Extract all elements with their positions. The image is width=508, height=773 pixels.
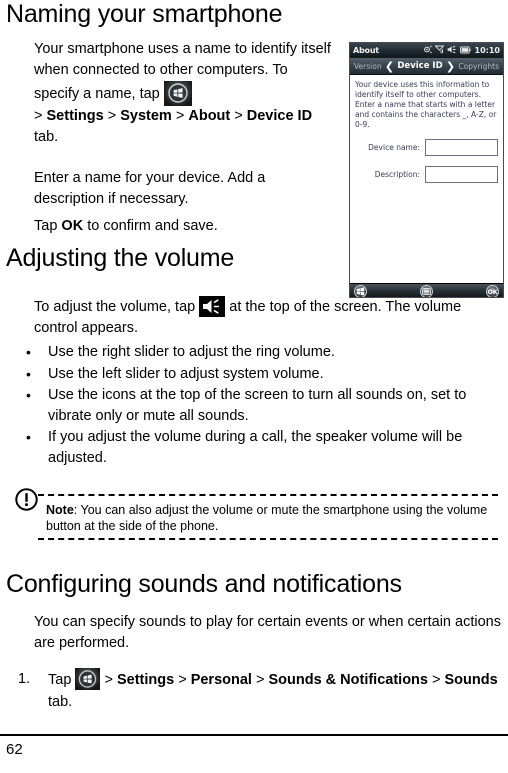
page-number: 62: [6, 741, 23, 758]
speaker-volume-icon: [199, 296, 226, 317]
paragraph-tap-ok: Tap OK to confirm and save.: [34, 216, 334, 237]
naming-path-chevron-2: >: [175, 108, 185, 124]
sounds-step-list: 1. Tap > Settings > Personal > Sounds & …: [18, 668, 498, 713]
tap-ok-bold: OK: [61, 218, 84, 234]
ok-button-label: OK: [487, 287, 498, 296]
screenshot-titlebar: About 10:10: [350, 43, 503, 58]
screenshot-description: Your device uses this information to ide…: [355, 80, 497, 129]
device-name-field-row: Device name:: [355, 139, 498, 156]
screenshot-status-icons: 10:10: [422, 43, 500, 58]
manual-page: Naming your smartphone Your smartphone u…: [0, 0, 508, 773]
note-text: Note: You can also adjust the volume or …: [38, 502, 498, 534]
sounds-path-sounds-tab: Sounds: [444, 672, 498, 688]
volume-intro-prefix: To adjust the volume, tap: [34, 299, 196, 315]
tab-device-id[interactable]: Device ID: [397, 61, 442, 71]
sounds-path-suffix: tab.: [48, 694, 73, 710]
tap-ok-suffix: to confirm and save.: [87, 218, 218, 234]
chevron-left-icon[interactable]: ❮: [385, 60, 394, 73]
naming-path-settings: Settings: [46, 108, 104, 124]
list-item: Use the icons at the top of the screen t…: [22, 385, 492, 426]
note-callout: Note: You can also adjust the volume or …: [38, 494, 498, 540]
start-icon[interactable]: [354, 285, 367, 297]
screenshot-title: About: [353, 46, 379, 55]
naming-path-chevron-0: >: [34, 108, 43, 124]
sounds-path-chevron-3: >: [432, 672, 441, 688]
keyboard-icon[interactable]: [420, 285, 433, 297]
description-input[interactable]: [425, 166, 498, 183]
device-screenshot-figure: About 10:10 Version ❮ Device ID ❯ Copyri…: [349, 42, 504, 298]
speaker-icon: [447, 45, 457, 56]
tab-copyrights[interactable]: Copyrights: [458, 62, 499, 71]
tap-ok-prefix: Tap: [34, 218, 58, 234]
start-button-icon: [163, 81, 192, 106]
naming-path-system: System: [120, 108, 172, 124]
screenshot-soft-key-bar: OK: [350, 283, 503, 297]
tab-version[interactable]: Version: [354, 62, 382, 71]
battery-icon: [459, 46, 471, 56]
naming-path-chevron-3: >: [234, 108, 243, 124]
sounds-path-chevron-2: >: [255, 672, 265, 688]
paragraph-enter-name: Enter a name for your device. Add a desc…: [34, 170, 266, 207]
connectivity-icon: [422, 45, 432, 56]
screenshot-body: Your device uses this information to ide…: [350, 75, 503, 283]
naming-path-suffix: tab.: [34, 129, 59, 145]
sounds-path-sounds-notifications: Sounds & Notifications: [268, 672, 428, 688]
screenshot-clock: 10:10: [474, 46, 500, 55]
list-item: 1. Tap > Settings > Personal > Sounds & …: [18, 668, 498, 713]
list-item: Use the left slider to adjust system vol…: [22, 364, 492, 385]
naming-path-chevron-1: >: [107, 108, 117, 124]
screenshot-tabbar: Version ❮ Device ID ❯ Copyrights: [350, 58, 503, 75]
start-button-icon: [75, 668, 101, 690]
naming-path-device-id: Device ID: [246, 108, 313, 124]
paragraph-volume-intro: To adjust the volume, tap at the top of …: [34, 296, 504, 339]
list-item: If you adjust the volume during a call, …: [22, 427, 492, 468]
note-exclamation-icon: [14, 487, 39, 512]
note-separator: :: [73, 503, 78, 517]
chevron-right-icon[interactable]: ❯: [446, 60, 455, 73]
step-number: 1.: [18, 671, 31, 687]
description-field-row: Description:: [355, 166, 498, 183]
sounds-path-personal: Personal: [190, 672, 252, 688]
signal-icon: [433, 45, 445, 56]
footer-divider: [0, 734, 508, 736]
sounds-path-settings: Settings: [116, 672, 175, 688]
device-name-input[interactable]: [425, 139, 498, 156]
page-title-adjusting-volume: Adjusting the volume: [6, 244, 235, 272]
step-prefix: Tap: [48, 672, 72, 688]
note-label: Note: [46, 503, 74, 517]
sounds-path-chevron-0: >: [104, 672, 113, 688]
note-body: You can also adjust the volume or mute t…: [46, 503, 488, 533]
list-item: Use the right slider to adjust the ring …: [22, 342, 492, 363]
paragraph-naming-intro: Your smartphone uses a name to identify …: [34, 39, 334, 148]
naming-path-about: About: [188, 108, 231, 124]
sounds-path-chevron-1: >: [178, 672, 187, 688]
device-name-label: Device name:: [368, 143, 420, 152]
description-label: Description:: [374, 170, 420, 179]
paragraph-sounds-intro: You can specify sounds to play for certa…: [34, 614, 501, 651]
volume-bullet-list: Use the right slider to adjust the ring …: [22, 342, 492, 469]
page-title-configuring-sounds: Configuring sounds and notifications: [6, 570, 402, 598]
page-title-naming-smartphone: Naming your smartphone: [6, 0, 283, 28]
ok-button[interactable]: OK: [486, 285, 499, 297]
